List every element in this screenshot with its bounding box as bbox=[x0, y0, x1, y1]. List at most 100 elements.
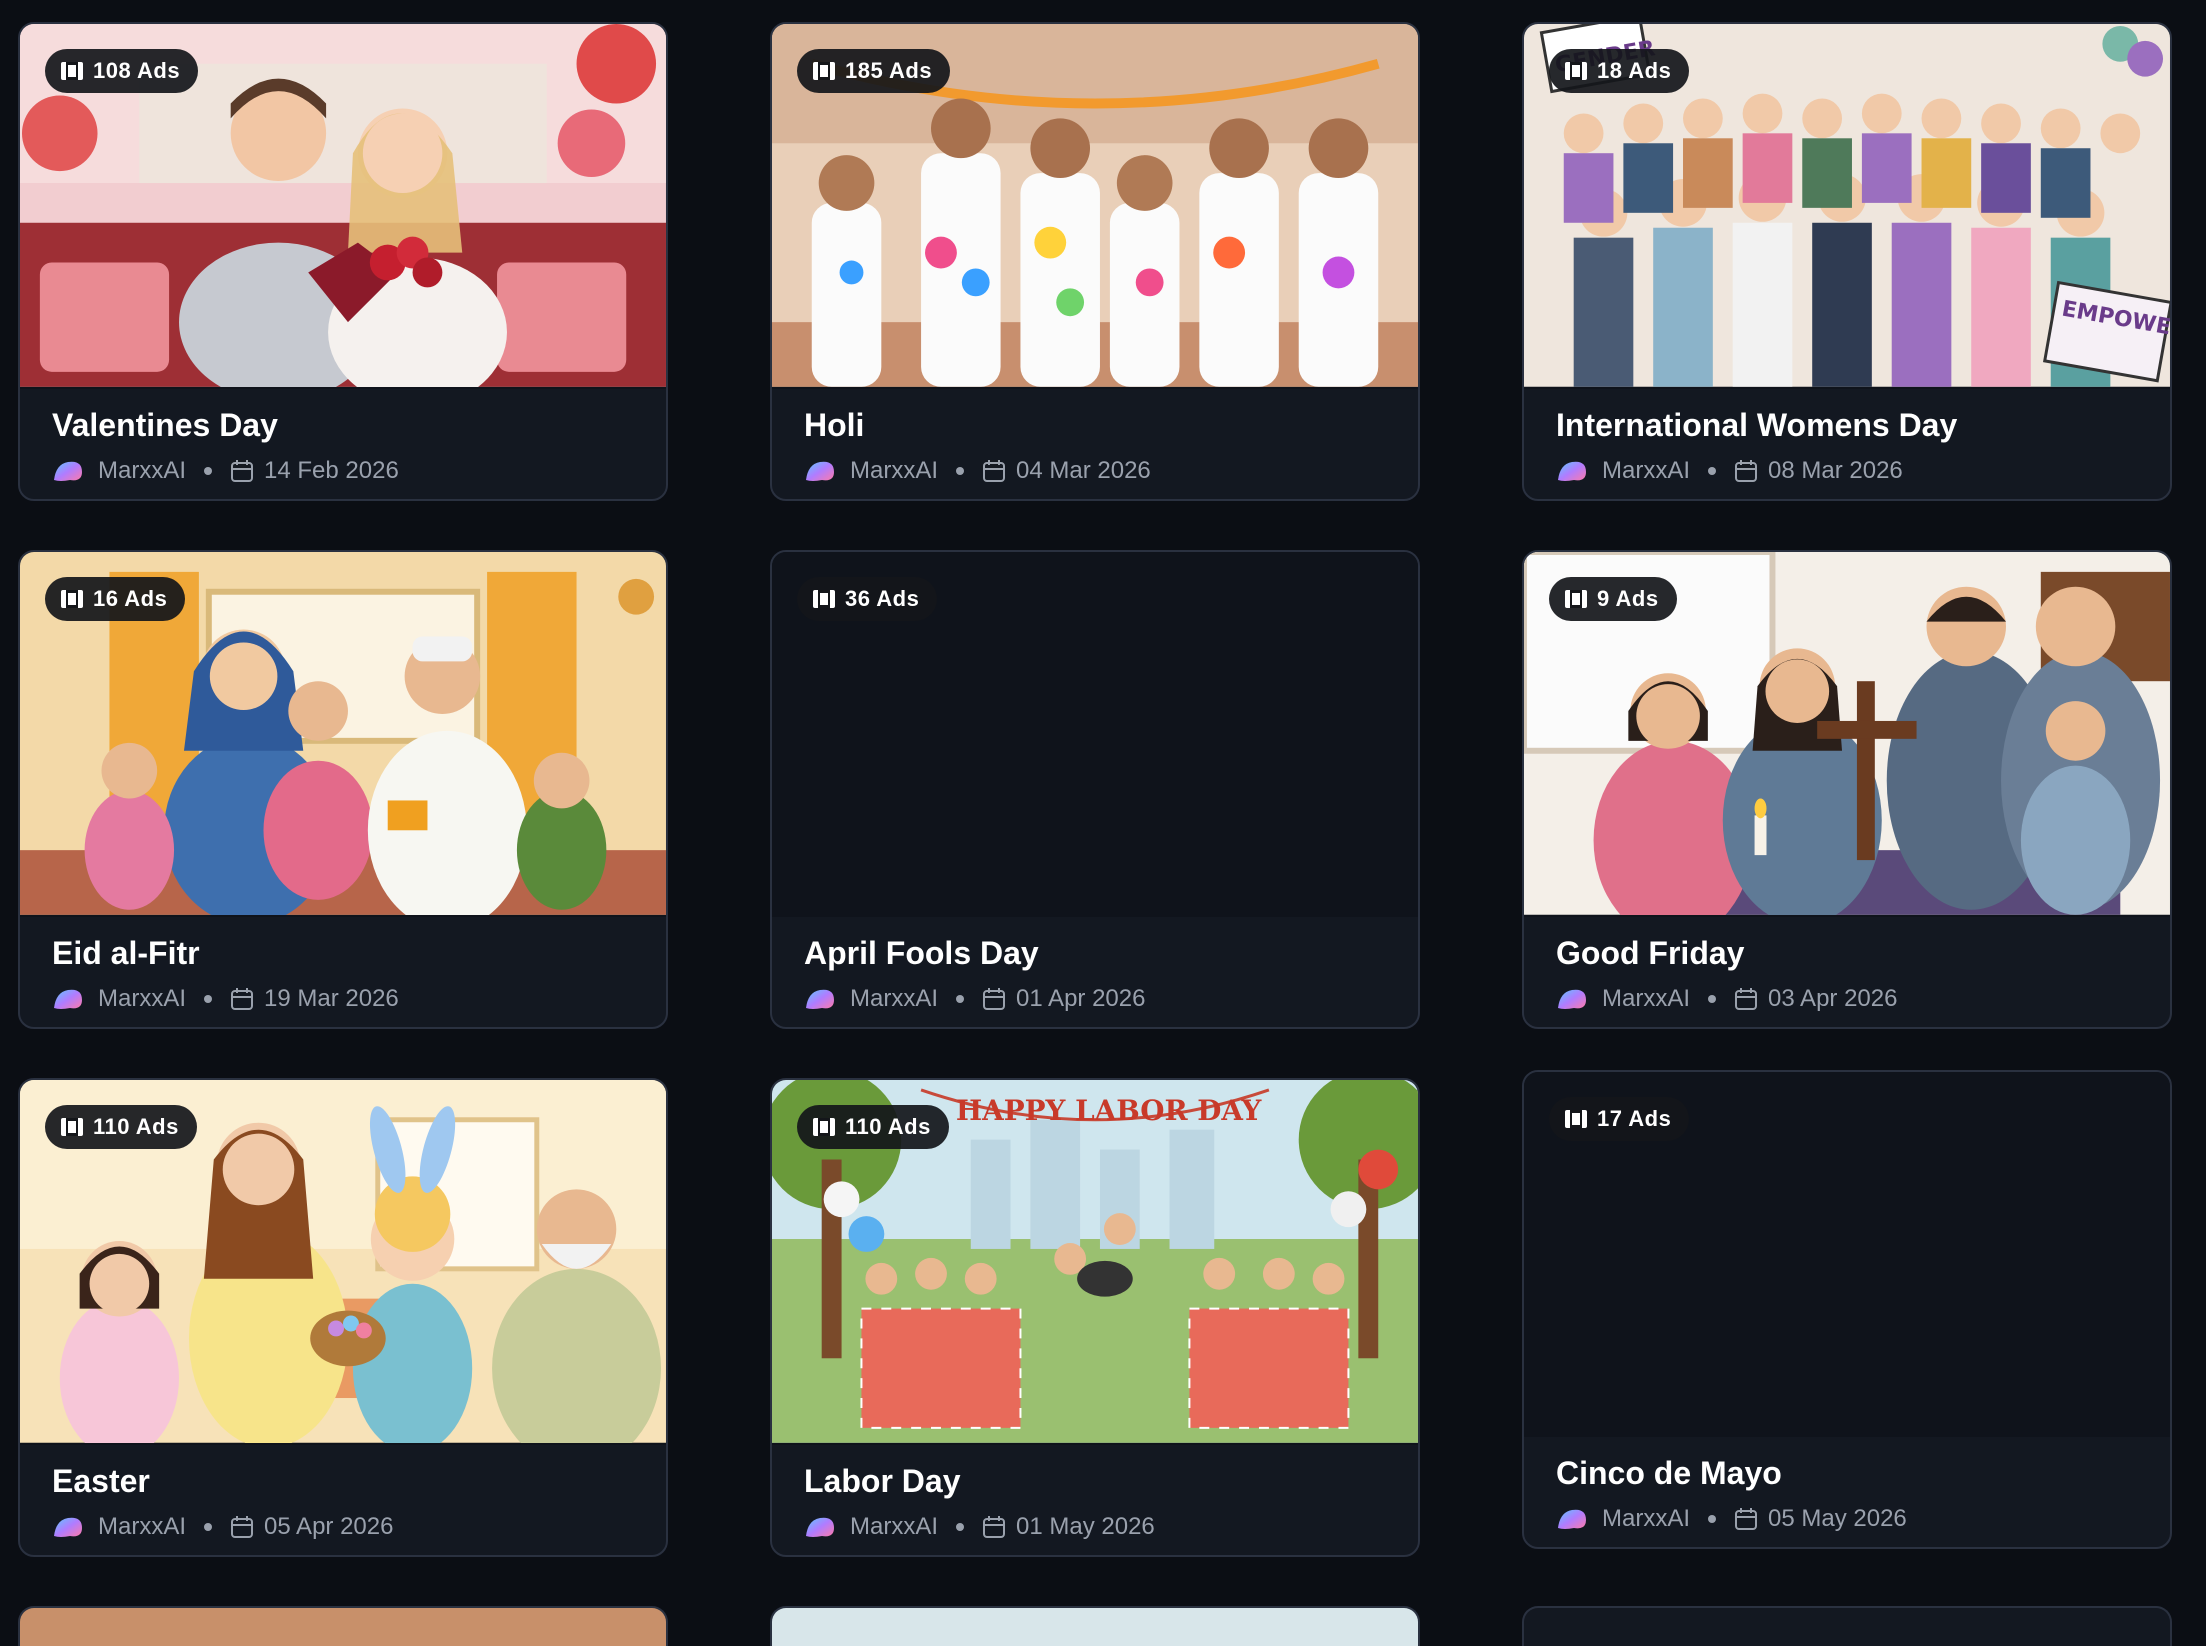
ads-count-badge: 108 Ads bbox=[45, 49, 199, 93]
event-thumbnail: 108 Ads bbox=[20, 24, 666, 389]
event-date: 04 Mar 2026 bbox=[1016, 457, 1151, 484]
next-row-card-peek[interactable] bbox=[1522, 1606, 2172, 1646]
event-author: MarxxAI bbox=[850, 1513, 939, 1540]
marxx-logo-icon bbox=[806, 989, 834, 1009]
separator-dot bbox=[956, 467, 965, 475]
ads-count: 110 Ads bbox=[845, 1114, 931, 1139]
event-date: 01 Apr 2026 bbox=[1016, 985, 1146, 1012]
event-thumbnail: 9 Ads bbox=[1524, 552, 2170, 917]
event-meta: MarxxAI 05 Apr 2026 bbox=[52, 1513, 634, 1541]
event-card[interactable]: GENDER EMPOWER HER 18 Ads International … bbox=[1522, 22, 2172, 501]
calendar-icon bbox=[1735, 1508, 1758, 1530]
marxx-logo-icon bbox=[806, 461, 834, 481]
event-thumbnail: 110 Ads bbox=[20, 1080, 666, 1445]
event-card[interactable]: 17 Ads Cinco de Mayo MarxxAI 05 May 2026 bbox=[1522, 1070, 2172, 1549]
marxx-logo-icon bbox=[1558, 989, 1586, 1009]
separator-dot bbox=[204, 467, 213, 475]
film-strip-icon bbox=[813, 590, 835, 608]
event-date: 05 Apr 2026 bbox=[264, 1513, 394, 1540]
ads-count-badge: 16 Ads bbox=[45, 577, 186, 621]
separator-dot bbox=[956, 1523, 965, 1531]
event-card[interactable]: 9 Ads Good Friday MarxxAI 03 Apr 2026 bbox=[1522, 550, 2172, 1029]
event-card[interactable]: 110 Ads Easter MarxxAI 05 Apr 2026 bbox=[18, 1078, 668, 1557]
event-thumbnail: GENDER EMPOWER HER 18 Ads bbox=[1524, 24, 2170, 389]
event-title: Easter bbox=[52, 1463, 150, 1499]
event-meta: MarxxAI 03 Apr 2026 bbox=[1556, 985, 2138, 1013]
film-strip-icon bbox=[813, 62, 835, 80]
event-meta: MarxxAI 14 Feb 2026 bbox=[52, 457, 634, 485]
event-meta: MarxxAI 19 Mar 2026 bbox=[52, 985, 634, 1013]
calendar-icon bbox=[983, 1516, 1006, 1538]
event-author: MarxxAI bbox=[850, 457, 939, 484]
next-row-card-peek[interactable] bbox=[770, 1606, 1420, 1646]
event-meta: MarxxAI 01 May 2026 bbox=[804, 1513, 1386, 1541]
event-author: MarxxAI bbox=[850, 985, 939, 1012]
event-thumbnail: 36 Ads bbox=[772, 552, 1418, 917]
film-strip-icon bbox=[1565, 62, 1587, 80]
marxx-logo-icon bbox=[806, 1517, 834, 1537]
event-date: 14 Feb 2026 bbox=[264, 457, 399, 484]
event-title: Labor Day bbox=[804, 1463, 961, 1499]
film-strip-icon bbox=[61, 590, 83, 608]
event-card[interactable]: 36 Ads April Fools Day MarxxAI 01 Apr 20… bbox=[770, 550, 1420, 1029]
event-thumbnail: 185 Ads bbox=[772, 24, 1418, 389]
calendar-icon bbox=[1735, 988, 1758, 1010]
marxx-logo-icon bbox=[54, 461, 82, 481]
ads-count: 16 Ads bbox=[93, 586, 168, 611]
event-meta: MarxxAI 01 Apr 2026 bbox=[804, 985, 1386, 1013]
event-date: 01 May 2026 bbox=[1016, 1513, 1155, 1540]
ads-count-badge: 17 Ads bbox=[1549, 1097, 1690, 1141]
event-author: MarxxAI bbox=[1602, 457, 1691, 484]
marxx-logo-icon bbox=[54, 989, 82, 1009]
event-thumbnail: 17 Ads bbox=[1524, 1072, 2170, 1437]
events-grid: 108 Ads Valentines Day MarxxAI 14 Feb 20… bbox=[0, 0, 2206, 1646]
event-author: MarxxAI bbox=[1602, 985, 1691, 1012]
event-title: April Fools Day bbox=[804, 935, 1039, 971]
ads-count: 9 Ads bbox=[1597, 586, 1659, 611]
film-strip-icon bbox=[1565, 1110, 1587, 1128]
separator-dot bbox=[204, 995, 213, 1003]
calendar-icon bbox=[231, 1516, 254, 1538]
event-card[interactable]: 108 Ads Valentines Day MarxxAI 14 Feb 20… bbox=[18, 22, 668, 501]
event-thumbnail: 16 Ads bbox=[20, 552, 666, 917]
ads-count-badge: 110 Ads bbox=[45, 1105, 197, 1149]
separator-dot bbox=[1708, 1515, 1717, 1523]
event-card[interactable]: 16 Ads Eid al-Fitr MarxxAI 19 Mar 2026 bbox=[18, 550, 668, 1029]
ads-count-badge: 36 Ads bbox=[797, 577, 938, 621]
event-card[interactable]: 185 Ads Holi MarxxAI 04 Mar 2026 bbox=[770, 22, 1420, 501]
event-title: Eid al-Fitr bbox=[52, 935, 200, 971]
next-row-card-peek[interactable] bbox=[18, 1606, 668, 1646]
separator-dot bbox=[1708, 467, 1717, 475]
separator-dot bbox=[1708, 995, 1717, 1003]
event-meta: MarxxAI 08 Mar 2026 bbox=[1556, 457, 2138, 485]
event-info: Labor Day MarxxAI 01 May 2026 bbox=[772, 1445, 1418, 1555]
marxx-logo-icon bbox=[54, 1517, 82, 1537]
separator-dot bbox=[204, 1523, 213, 1531]
film-strip-icon bbox=[61, 62, 83, 80]
event-info: April Fools Day MarxxAI 01 Apr 2026 bbox=[772, 917, 1418, 1027]
event-date: 19 Mar 2026 bbox=[264, 985, 399, 1012]
labor-day-banner: HAPPY LABOR DAY bbox=[956, 1094, 1263, 1127]
event-date: 03 Apr 2026 bbox=[1768, 985, 1898, 1012]
event-info: Valentines Day MarxxAI 14 Feb 2026 bbox=[20, 389, 666, 499]
film-strip-icon bbox=[813, 1118, 835, 1136]
event-author: MarxxAI bbox=[98, 985, 187, 1012]
ads-count: 36 Ads bbox=[845, 586, 920, 611]
calendar-icon bbox=[231, 460, 254, 482]
event-title: Good Friday bbox=[1556, 935, 1745, 971]
event-title: International Womens Day bbox=[1556, 407, 1958, 443]
event-info: Eid al-Fitr MarxxAI 19 Mar 2026 bbox=[20, 917, 666, 1027]
event-info: Cinco de Mayo MarxxAI 05 May 2026 bbox=[1524, 1437, 2170, 1547]
event-card[interactable]: HAPPY LABOR DAY 110 Ads Labor Day MarxxA… bbox=[770, 1078, 1420, 1557]
marxx-logo-icon bbox=[1558, 1509, 1586, 1529]
separator-dot bbox=[956, 995, 965, 1003]
ads-count: 185 Ads bbox=[845, 58, 933, 83]
event-info: Good Friday MarxxAI 03 Apr 2026 bbox=[1524, 917, 2170, 1027]
calendar-icon bbox=[983, 988, 1006, 1010]
ads-count: 17 Ads bbox=[1597, 1106, 1672, 1131]
ads-count-badge: 110 Ads bbox=[797, 1105, 949, 1149]
event-title: Cinco de Mayo bbox=[1556, 1455, 1782, 1491]
event-meta: MarxxAI 04 Mar 2026 bbox=[804, 457, 1386, 485]
ads-count: 110 Ads bbox=[93, 1114, 179, 1139]
film-strip-icon bbox=[61, 1118, 83, 1136]
